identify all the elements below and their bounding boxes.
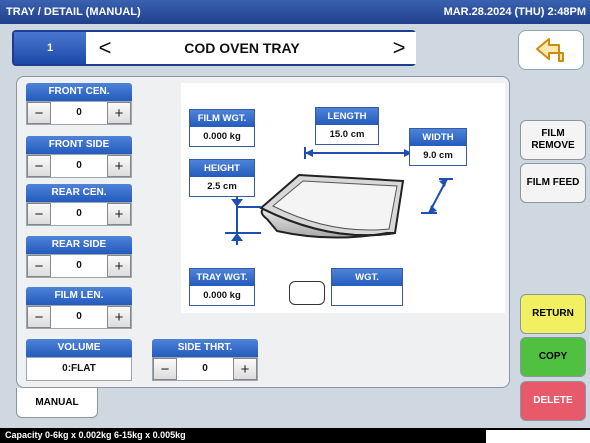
rear-cen-control: REAR CEN. −0 + <box>26 184 132 226</box>
rear-cen-value[interactable]: 0 <box>51 203 107 225</box>
front-side-minus-button[interactable]: − <box>27 155 51 177</box>
screen-title: TRAY / DETAIL (MANUAL) <box>6 6 141 18</box>
copy-button[interactable]: COPY <box>520 337 586 377</box>
front-cen-value[interactable]: 0 <box>51 102 107 124</box>
height-box[interactable]: HEIGHT 2.5 cm <box>189 159 255 197</box>
rear-side-value[interactable]: 0 <box>51 255 107 277</box>
side-thrt-control: SIDE THRT. −0 + <box>152 339 258 381</box>
return-button[interactable]: RETURN <box>520 294 586 334</box>
front-side-control: FRONT SIDE −0 + <box>26 136 132 178</box>
tray-wgt-label: TRAY WGT. <box>190 269 254 286</box>
length-label: LENGTH <box>316 108 378 125</box>
front-side-value[interactable]: 0 <box>51 155 107 177</box>
film-wgt-box: FILM WGT. 0.000 kg <box>189 109 255 147</box>
delete-button[interactable]: DELETE <box>520 381 586 421</box>
film-len-label: FILM LEN. <box>26 287 132 305</box>
side-thrt-plus-button[interactable]: + <box>233 358 257 380</box>
wgt-value <box>332 286 402 305</box>
front-side-label: FRONT SIDE <box>26 136 132 154</box>
title-bar: TRAY / DETAIL (MANUAL) MAR.28.2024 (THU)… <box>0 0 590 24</box>
length-box[interactable]: LENGTH 15.0 cm <box>315 107 379 145</box>
film-wgt-label: FILM WGT. <box>190 110 254 127</box>
volume-value: 0:FLAT <box>62 363 96 374</box>
rear-side-control: REAR SIDE −0 + <box>26 236 132 278</box>
width-value: 9.0 cm <box>423 150 453 161</box>
film-feed-button[interactable]: FILM FEED <box>520 163 586 203</box>
front-cen-control: FRONT CEN. −0 + <box>26 83 132 125</box>
rear-cen-plus-button[interactable]: + <box>107 203 131 225</box>
prev-button[interactable]: < <box>88 32 122 64</box>
width-box[interactable]: WIDTH 9.0 cm <box>409 128 467 166</box>
film-len-value[interactable]: 0 <box>51 306 107 328</box>
tab-manual[interactable]: MANUAL <box>16 388 98 418</box>
width-label: WIDTH <box>410 129 466 146</box>
back-button[interactable] <box>518 30 584 70</box>
status-field <box>486 430 590 443</box>
tray-wgt-box[interactable]: TRAY WGT. 0.000 kg <box>189 268 255 306</box>
film-remove-button[interactable]: FILM REMOVE <box>520 120 586 160</box>
rear-side-label: REAR SIDE <box>26 236 132 254</box>
rear-cen-minus-button[interactable]: − <box>27 203 51 225</box>
rear-cen-label: REAR CEN. <box>26 184 132 202</box>
volume-label: VOLUME <box>26 339 132 357</box>
front-cen-minus-button[interactable]: − <box>27 102 51 124</box>
film-len-minus-button[interactable]: − <box>27 306 51 328</box>
tray-wgt-value: 0.000 kg <box>203 290 241 301</box>
film-len-control: FILM LEN. −0 + <box>26 287 132 329</box>
length-value: 15.0 cm <box>329 129 365 140</box>
wgt-label: WGT. <box>332 269 402 286</box>
side-thrt-value[interactable]: 0 <box>177 358 233 380</box>
side-thrt-minus-button[interactable]: − <box>153 358 177 380</box>
chevron-left-icon: < <box>98 35 112 60</box>
tray-header: 1 < COD OVEN TRAY > <box>12 30 416 66</box>
front-cen-plus-button[interactable]: + <box>107 102 131 124</box>
date-time: MAR.28.2024 (THU) 2:48PM <box>443 6 586 18</box>
front-side-plus-button[interactable]: + <box>107 155 131 177</box>
side-thrt-label: SIDE THRT. <box>152 339 258 357</box>
tray-number[interactable]: 1 <box>14 32 86 64</box>
wgt-indicator <box>289 281 325 305</box>
film-len-plus-button[interactable]: + <box>107 306 131 328</box>
chevron-right-icon: > <box>392 35 406 60</box>
height-value: 2.5 cm <box>207 181 237 192</box>
return-arrow-icon <box>536 38 564 62</box>
front-cen-label: FRONT CEN. <box>26 83 132 101</box>
tray-diagram: FILM WGT. 0.000 kg LENGTH 15.0 cm WIDTH … <box>181 83 505 313</box>
next-button[interactable]: > <box>382 32 416 64</box>
tray-name: COD OVEN TRAY <box>184 40 300 56</box>
rear-side-minus-button[interactable]: − <box>27 255 51 277</box>
wgt-box: WGT. <box>331 268 403 306</box>
film-wgt-value: 0.000 kg <box>203 131 241 142</box>
height-label: HEIGHT <box>190 160 254 177</box>
rear-side-plus-button[interactable]: + <box>107 255 131 277</box>
volume-control[interactable]: VOLUME 0:FLAT <box>26 339 132 381</box>
